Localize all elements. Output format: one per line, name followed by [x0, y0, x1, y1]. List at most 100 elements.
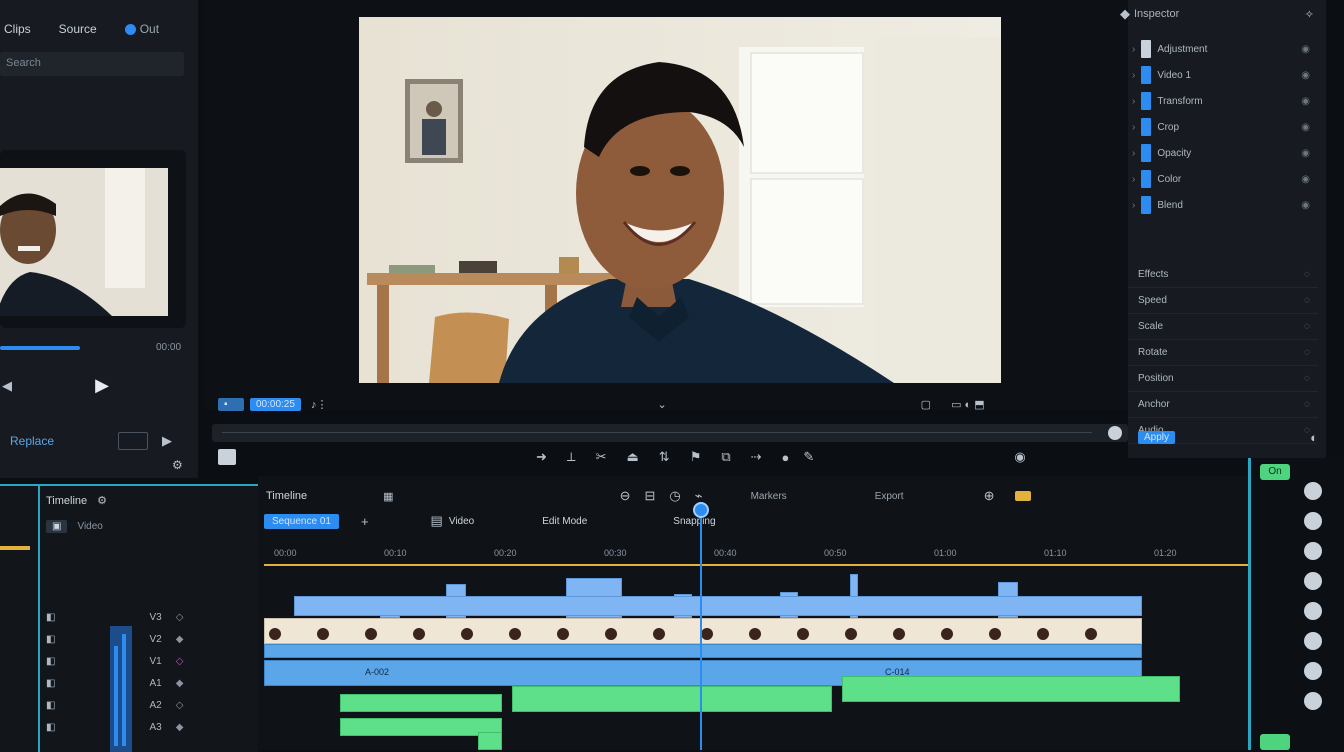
render-badge[interactable] — [1014, 491, 1031, 501]
visibility-icon[interactable]: ◉ — [1301, 96, 1310, 107]
track-header-row[interactable]: ◧ V1 ◇ — [46, 650, 256, 672]
side-tool-icon[interactable] — [1304, 512, 1322, 530]
inspector-layer-row[interactable]: › Adjustment ◉ — [1128, 36, 1318, 62]
ripple-icon[interactable]: ⇅ — [659, 449, 670, 465]
v2-clip[interactable] — [294, 596, 1142, 616]
inspector-section-row[interactable]: Scale ◌ — [1128, 314, 1318, 340]
pen-icon[interactable]: ✎ — [803, 449, 814, 465]
chevron-right-icon[interactable]: › — [1132, 96, 1135, 107]
sequence-tab[interactable]: Sequence 01 — [264, 513, 339, 529]
settings-icon[interactable]: ⚙ — [172, 458, 183, 472]
zoom-icon[interactable]: ⊕ — [984, 488, 995, 504]
forward-icon[interactable]: ▶ — [162, 433, 172, 449]
side-tool-icon[interactable] — [1304, 572, 1322, 590]
track-header-row[interactable]: ◧ V3 ◇ — [46, 606, 256, 628]
marker-icon[interactable]: ⚑ — [690, 449, 702, 465]
sequence-icon[interactable]: ▦ — [383, 490, 393, 503]
tab-out[interactable]: Out — [140, 22, 159, 36]
inspector-layer-row[interactable]: › Color ◉ — [1128, 166, 1318, 192]
track-settings-icon[interactable]: ⚙ — [97, 494, 107, 507]
reset-icon[interactable]: ◌ — [1304, 321, 1310, 332]
side-tool-icon[interactable] — [1304, 632, 1322, 650]
toggle-box-icon[interactable] — [118, 432, 149, 450]
razor-icon[interactable]: ✂ — [596, 449, 607, 465]
source-thumbnail[interactable] — [0, 168, 168, 316]
edit-mode-label[interactable]: Edit Mode — [542, 516, 587, 527]
visibility-icon[interactable]: ◉ — [1301, 174, 1310, 185]
toggle-icon[interactable]: ◐ — [1310, 430, 1318, 445]
track-header-row[interactable]: ◧ A2 ◇ — [46, 694, 256, 716]
inspector-section-row[interactable]: Speed ◌ — [1128, 288, 1318, 314]
mute-icon[interactable]: ◇ — [176, 612, 184, 623]
chevron-right-icon[interactable]: › — [1132, 70, 1135, 81]
tab-source[interactable]: Source — [59, 22, 97, 36]
a2-clip[interactable] — [512, 686, 832, 712]
mute-icon[interactable]: ◆ — [176, 722, 184, 733]
inspector-layer-row[interactable]: › Blend ◉ — [1128, 192, 1318, 218]
inspector-layer-row[interactable]: › Crop ◉ — [1128, 114, 1318, 140]
close-sequence-icon[interactable]: ⊖ — [620, 488, 631, 504]
side-tool-icon[interactable] — [1304, 602, 1322, 620]
snap-icon[interactable]: ⧉ — [721, 449, 730, 465]
lock-track-icon[interactable]: ◧ — [46, 634, 55, 645]
visibility-icon[interactable]: ◉ — [1301, 148, 1310, 159]
scrub-handle-icon[interactable] — [1108, 426, 1122, 440]
lock-track-icon[interactable]: ◧ — [46, 678, 55, 689]
export-label[interactable]: Export — [875, 491, 904, 502]
link-icon[interactable]: ⇢ — [751, 449, 762, 465]
track-header-row[interactable]: ◧ V2 ◆ — [46, 628, 256, 650]
a2-clip[interactable] — [842, 676, 1180, 702]
mark-in-icon[interactable]: ➜ — [536, 449, 547, 465]
add-track-icon[interactable]: + — [361, 514, 369, 529]
track-header-row[interactable]: ◧ A1 ◆ — [46, 672, 256, 694]
side-tool-icon[interactable] — [1304, 692, 1322, 710]
viewer-scrub-strip[interactable] — [212, 424, 1128, 442]
inspector-section-row[interactable]: Rotate ◌ — [1128, 340, 1318, 366]
mute-icon[interactable]: ◇ — [176, 700, 184, 711]
audio-icon[interactable]: ● — [782, 450, 790, 465]
volume-icon[interactable]: ◉ — [1014, 449, 1025, 465]
inspector-layer-row[interactable]: › Transform ◉ — [1128, 88, 1318, 114]
v1-filmstrip[interactable] — [264, 618, 1142, 644]
visibility-icon[interactable]: ◉ — [1301, 70, 1310, 81]
prev-frame-icon[interactable]: ◀ — [0, 376, 14, 396]
audio-meter-icon[interactable]: ♪⋮ — [311, 398, 328, 411]
mute-icon[interactable]: ◆ — [176, 634, 184, 645]
chevron-right-icon[interactable]: › — [1132, 122, 1135, 133]
inspector-section-row[interactable]: Anchor ◌ — [1128, 392, 1318, 418]
aspect-icon[interactable] — [218, 449, 236, 465]
play-icon[interactable]: ▶ — [92, 374, 112, 396]
lift-icon[interactable]: ⏏ — [626, 449, 638, 465]
playhead-handle-icon[interactable] — [693, 502, 709, 518]
chevron-right-icon[interactable]: › — [1132, 148, 1135, 159]
split-icon[interactable]: ⟂ — [567, 449, 576, 465]
lock-track-icon[interactable]: ◧ — [46, 612, 55, 623]
scrub-bar[interactable] — [0, 346, 80, 350]
mute-icon[interactable]: ◆ — [176, 678, 184, 689]
lock-track-icon[interactable]: ◧ — [46, 656, 55, 667]
visibility-icon[interactable]: ◉ — [1301, 200, 1310, 211]
mode-pill-a[interactable]: ▪ — [218, 397, 244, 411]
playhead[interactable] — [693, 502, 709, 750]
pin-icon[interactable]: ✧ — [1305, 8, 1314, 21]
lock-track-icon[interactable]: ◧ — [46, 722, 55, 733]
visibility-icon[interactable]: ◉ — [1301, 44, 1310, 55]
lock-track-icon[interactable]: ◧ — [46, 700, 55, 711]
mute-icon[interactable]: ◇ — [176, 656, 184, 667]
reset-icon[interactable]: ◌ — [1304, 373, 1310, 384]
chevron-right-icon[interactable]: › — [1132, 44, 1135, 55]
side-toggle-on[interactable]: On — [1260, 464, 1290, 480]
chevron-right-icon[interactable]: › — [1132, 200, 1135, 211]
snapping-label[interactable]: Snapping — [673, 516, 715, 527]
a3-clip[interactable] — [478, 732, 502, 750]
side-tool-icon[interactable] — [1304, 662, 1322, 680]
viewer-frame[interactable] — [359, 17, 1001, 383]
inspector-section-row[interactable]: Position ◌ — [1128, 366, 1318, 392]
inspector-layer-row[interactable]: › Video 1 ◉ — [1128, 62, 1318, 88]
chevron-right-icon[interactable]: › — [1132, 174, 1135, 185]
tab-clips[interactable]: Clips — [0, 22, 31, 36]
output-icon[interactable]: ▭ ◐ ⬒ — [951, 398, 985, 411]
side-tool-icon[interactable] — [1304, 542, 1322, 560]
replace-button[interactable]: Replace — [10, 434, 54, 448]
track-header-row[interactable]: ◧ A3 ◆ — [46, 716, 256, 738]
